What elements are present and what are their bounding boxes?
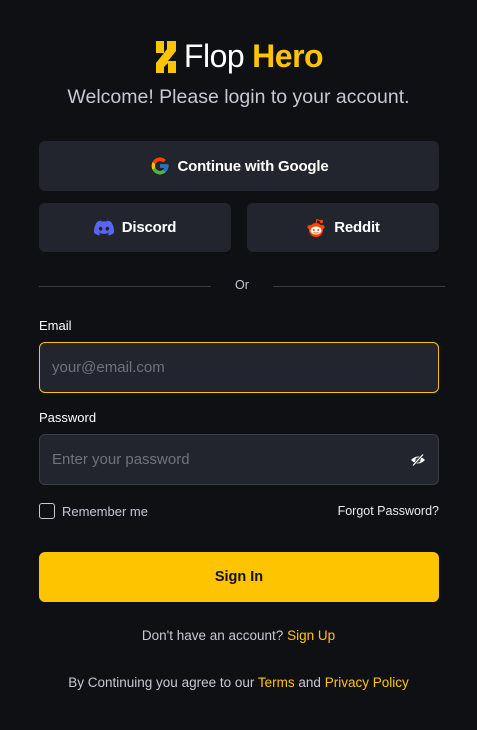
discord-login-button[interactable]: Discord — [39, 203, 231, 252]
terms-link[interactable]: Terms — [258, 675, 295, 690]
google-login-label: Continue with Google — [177, 157, 329, 175]
page-subtitle: Welcome! Please login to your account. — [67, 86, 410, 108]
forgot-password-link[interactable]: Forgot Password? — [338, 504, 439, 518]
brand-name-part2: Hero — [252, 38, 324, 74]
google-icon — [151, 157, 168, 175]
email-field-container — [39, 342, 439, 393]
email-input[interactable] — [52, 359, 426, 376]
discord-icon — [93, 220, 114, 235]
brand-name: Flop Hero — [183, 38, 324, 75]
legal-and: and — [298, 675, 321, 690]
google-login-button[interactable]: Continue with Google — [39, 141, 439, 191]
reddit-icon — [307, 218, 325, 237]
brand-name-part1: Flop — [183, 38, 245, 74]
privacy-policy-link[interactable]: Privacy Policy — [325, 675, 409, 690]
remember-me-checkbox[interactable] — [39, 503, 55, 519]
sign-in-button[interactable]: Sign In — [39, 552, 439, 602]
or-divider: Or — [39, 278, 445, 294]
eye-off-icon[interactable] — [410, 452, 426, 468]
discord-login-label: Discord — [121, 219, 177, 236]
signup-prompt: Don't have an account? Sign Up — [0, 628, 477, 643]
legal-prefix: By Continuing you agree to our — [68, 675, 255, 690]
password-field-container — [39, 434, 439, 485]
divider-label: Or — [235, 278, 249, 292]
sign-up-link[interactable]: Sign Up — [287, 628, 335, 643]
password-input[interactable] — [52, 451, 410, 468]
reddit-login-button[interactable]: Reddit — [247, 203, 439, 252]
brand-logo: Flop Hero — [0, 38, 477, 75]
legal-notice: By Continuing you agree to our Terms and… — [0, 675, 477, 690]
remember-me-label: Remember me — [62, 503, 148, 519]
remember-me[interactable]: Remember me — [39, 503, 148, 519]
divider-line-right — [273, 286, 445, 287]
login-page: Flop Hero Welcome! Please login to your … — [0, 0, 477, 730]
flophero-logo-icon — [155, 40, 176, 73]
reddit-login-label: Reddit — [334, 219, 380, 236]
email-label: Email — [39, 318, 72, 333]
divider-line-left — [39, 286, 211, 287]
signup-prompt-text: Don't have an account? — [141, 628, 284, 643]
password-label: Password — [39, 410, 97, 425]
